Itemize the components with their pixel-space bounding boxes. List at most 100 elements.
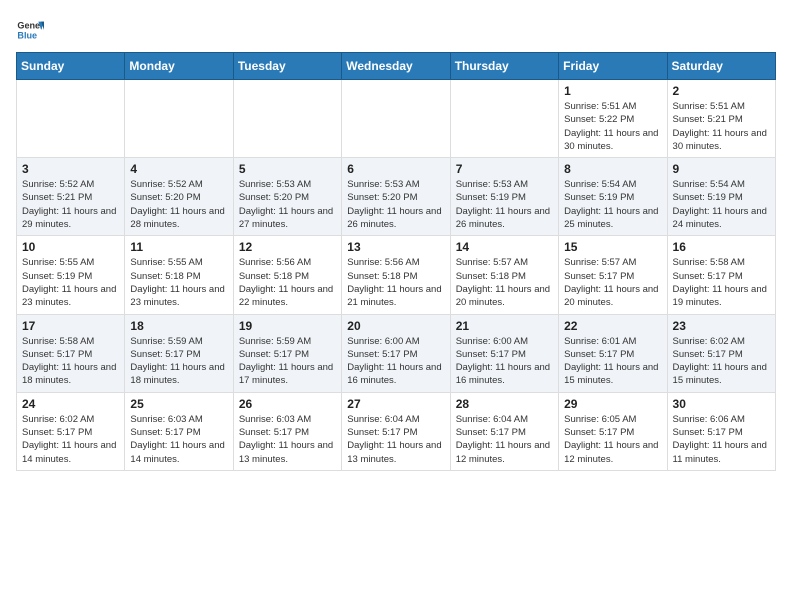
day-info: Sunrise: 5:53 AM Sunset: 5:20 PM Dayligh…	[347, 178, 444, 231]
calendar-cell: 1 Sunrise: 5:51 AM Sunset: 5:22 PM Daylig…	[559, 80, 667, 158]
calendar-cell	[17, 80, 125, 158]
day-number: 17	[22, 319, 119, 333]
day-info: Sunrise: 5:57 AM Sunset: 5:17 PM Dayligh…	[564, 256, 661, 309]
calendar-cell: 16 Sunrise: 5:58 AM Sunset: 5:17 PM Dayli…	[667, 236, 775, 314]
day-number: 13	[347, 240, 444, 254]
calendar-cell	[450, 80, 558, 158]
day-number: 9	[673, 162, 770, 176]
day-number: 3	[22, 162, 119, 176]
day-number: 22	[564, 319, 661, 333]
day-info: Sunrise: 5:55 AM Sunset: 5:19 PM Dayligh…	[22, 256, 119, 309]
day-number: 18	[130, 319, 227, 333]
calendar-cell: 29 Sunrise: 6:05 AM Sunset: 5:17 PM Dayli…	[559, 392, 667, 470]
day-info: Sunrise: 6:02 AM Sunset: 5:17 PM Dayligh…	[673, 335, 770, 388]
day-info: Sunrise: 5:58 AM Sunset: 5:17 PM Dayligh…	[673, 256, 770, 309]
day-info: Sunrise: 5:56 AM Sunset: 5:18 PM Dayligh…	[347, 256, 444, 309]
day-info: Sunrise: 5:58 AM Sunset: 5:17 PM Dayligh…	[22, 335, 119, 388]
calendar-cell: 28Sunrise: 6:04 AM Sunset: 5:17 PM Dayli…	[450, 392, 558, 470]
day-number: 8	[564, 162, 661, 176]
calendar-cell: 25 Sunrise: 6:03 AM Sunset: 5:17 PM Dayli…	[125, 392, 233, 470]
calendar-table: SundayMondayTuesdayWednesdayThursdayFrid…	[16, 52, 776, 471]
calendar-cell: 9Sunrise: 5:54 AM Sunset: 5:19 PM Daylig…	[667, 158, 775, 236]
day-number: 25	[130, 397, 227, 411]
day-info: Sunrise: 5:52 AM Sunset: 5:20 PM Dayligh…	[130, 178, 227, 231]
day-info: Sunrise: 6:04 AM Sunset: 5:17 PM Dayligh…	[347, 413, 444, 466]
calendar-cell: 22 Sunrise: 6:01 AM Sunset: 5:17 PM Dayli…	[559, 314, 667, 392]
calendar-cell: 8 Sunrise: 5:54 AM Sunset: 5:19 PM Daylig…	[559, 158, 667, 236]
calendar-cell: 21 Sunrise: 6:00 AM Sunset: 5:17 PM Dayli…	[450, 314, 558, 392]
calendar-cell	[233, 80, 341, 158]
day-info: Sunrise: 5:55 AM Sunset: 5:18 PM Dayligh…	[130, 256, 227, 309]
calendar-cell: 17 Sunrise: 5:58 AM Sunset: 5:17 PM Dayli…	[17, 314, 125, 392]
day-number: 23	[673, 319, 770, 333]
calendar-cell: 11 Sunrise: 5:55 AM Sunset: 5:18 PM Dayli…	[125, 236, 233, 314]
calendar-cell: 4 Sunrise: 5:52 AM Sunset: 5:20 PM Daylig…	[125, 158, 233, 236]
calendar-cell: 13 Sunrise: 5:56 AM Sunset: 5:18 PM Dayli…	[342, 236, 450, 314]
calendar-cell: 15 Sunrise: 5:57 AM Sunset: 5:17 PM Dayli…	[559, 236, 667, 314]
calendar-week-2: 3 Sunrise: 5:52 AM Sunset: 5:21 PM Daylig…	[17, 158, 776, 236]
day-number: 10	[22, 240, 119, 254]
page-header: General Blue	[16, 16, 776, 44]
calendar-cell: 18 Sunrise: 5:59 AM Sunset: 5:17 PM Dayli…	[125, 314, 233, 392]
day-number: 7	[456, 162, 553, 176]
weekday-header-tuesday: Tuesday	[233, 53, 341, 80]
day-info: Sunrise: 6:03 AM Sunset: 5:17 PM Dayligh…	[130, 413, 227, 466]
day-number: 30	[673, 397, 770, 411]
day-number: 16	[673, 240, 770, 254]
day-info: Sunrise: 5:51 AM Sunset: 5:22 PM Dayligh…	[564, 100, 661, 153]
calendar-cell: 19 Sunrise: 5:59 AM Sunset: 5:17 PM Dayli…	[233, 314, 341, 392]
day-number: 14	[456, 240, 553, 254]
calendar-cell: 24 Sunrise: 6:02 AM Sunset: 5:17 PM Dayli…	[17, 392, 125, 470]
day-number: 24	[22, 397, 119, 411]
day-number: 15	[564, 240, 661, 254]
day-info: Sunrise: 6:03 AM Sunset: 5:17 PM Dayligh…	[239, 413, 336, 466]
calendar-week-3: 10 Sunrise: 5:55 AM Sunset: 5:19 PM Dayli…	[17, 236, 776, 314]
weekday-header-thursday: Thursday	[450, 53, 558, 80]
calendar-cell: 14 Sunrise: 5:57 AM Sunset: 5:18 PM Dayli…	[450, 236, 558, 314]
day-number: 12	[239, 240, 336, 254]
day-number: 20	[347, 319, 444, 333]
calendar-cell: 30 Sunrise: 6:06 AM Sunset: 5:17 PM Dayli…	[667, 392, 775, 470]
logo-icon: General Blue	[16, 16, 44, 44]
calendar-week-5: 24 Sunrise: 6:02 AM Sunset: 5:17 PM Dayli…	[17, 392, 776, 470]
day-info: Sunrise: 5:51 AM Sunset: 5:21 PM Dayligh…	[673, 100, 770, 153]
calendar-cell: 2 Sunrise: 5:51 AM Sunset: 5:21 PM Daylig…	[667, 80, 775, 158]
day-number: 6	[347, 162, 444, 176]
day-number: 2	[673, 84, 770, 98]
calendar-cell: 20 Sunrise: 6:00 AM Sunset: 5:17 PM Dayli…	[342, 314, 450, 392]
calendar-week-1: 1 Sunrise: 5:51 AM Sunset: 5:22 PM Daylig…	[17, 80, 776, 158]
day-info: Sunrise: 5:57 AM Sunset: 5:18 PM Dayligh…	[456, 256, 553, 309]
day-info: Sunrise: 6:05 AM Sunset: 5:17 PM Dayligh…	[564, 413, 661, 466]
day-info: Sunrise: 5:59 AM Sunset: 5:17 PM Dayligh…	[239, 335, 336, 388]
calendar-cell: 3 Sunrise: 5:52 AM Sunset: 5:21 PM Daylig…	[17, 158, 125, 236]
day-number: 1	[564, 84, 661, 98]
day-info: Sunrise: 5:53 AM Sunset: 5:19 PM Dayligh…	[456, 178, 553, 231]
calendar-cell: 6 Sunrise: 5:53 AM Sunset: 5:20 PM Daylig…	[342, 158, 450, 236]
day-number: 4	[130, 162, 227, 176]
day-info: Sunrise: 5:52 AM Sunset: 5:21 PM Dayligh…	[22, 178, 119, 231]
calendar-cell: 23 Sunrise: 6:02 AM Sunset: 5:17 PM Dayli…	[667, 314, 775, 392]
day-number: 5	[239, 162, 336, 176]
calendar-cell: 27Sunrise: 6:04 AM Sunset: 5:17 PM Dayli…	[342, 392, 450, 470]
weekday-header-row: SundayMondayTuesdayWednesdayThursdayFrid…	[17, 53, 776, 80]
day-info: Sunrise: 6:00 AM Sunset: 5:17 PM Dayligh…	[347, 335, 444, 388]
calendar-cell: 10 Sunrise: 5:55 AM Sunset: 5:19 PM Dayli…	[17, 236, 125, 314]
day-number: 11	[130, 240, 227, 254]
day-info: Sunrise: 5:56 AM Sunset: 5:18 PM Dayligh…	[239, 256, 336, 309]
day-info: Sunrise: 6:06 AM Sunset: 5:17 PM Dayligh…	[673, 413, 770, 466]
day-info: Sunrise: 5:53 AM Sunset: 5:20 PM Dayligh…	[239, 178, 336, 231]
day-info: Sunrise: 5:59 AM Sunset: 5:17 PM Dayligh…	[130, 335, 227, 388]
day-info: Sunrise: 5:54 AM Sunset: 5:19 PM Dayligh…	[564, 178, 661, 231]
calendar-cell: 12 Sunrise: 5:56 AM Sunset: 5:18 PM Dayli…	[233, 236, 341, 314]
day-number: 29	[564, 397, 661, 411]
day-number: 28	[456, 397, 553, 411]
calendar-cell	[342, 80, 450, 158]
weekday-header-sunday: Sunday	[17, 53, 125, 80]
day-info: Sunrise: 6:02 AM Sunset: 5:17 PM Dayligh…	[22, 413, 119, 466]
day-info: Sunrise: 6:01 AM Sunset: 5:17 PM Dayligh…	[564, 335, 661, 388]
logo: General Blue	[16, 16, 44, 44]
day-number: 21	[456, 319, 553, 333]
day-info: Sunrise: 6:00 AM Sunset: 5:17 PM Dayligh…	[456, 335, 553, 388]
calendar-cell	[125, 80, 233, 158]
day-number: 19	[239, 319, 336, 333]
